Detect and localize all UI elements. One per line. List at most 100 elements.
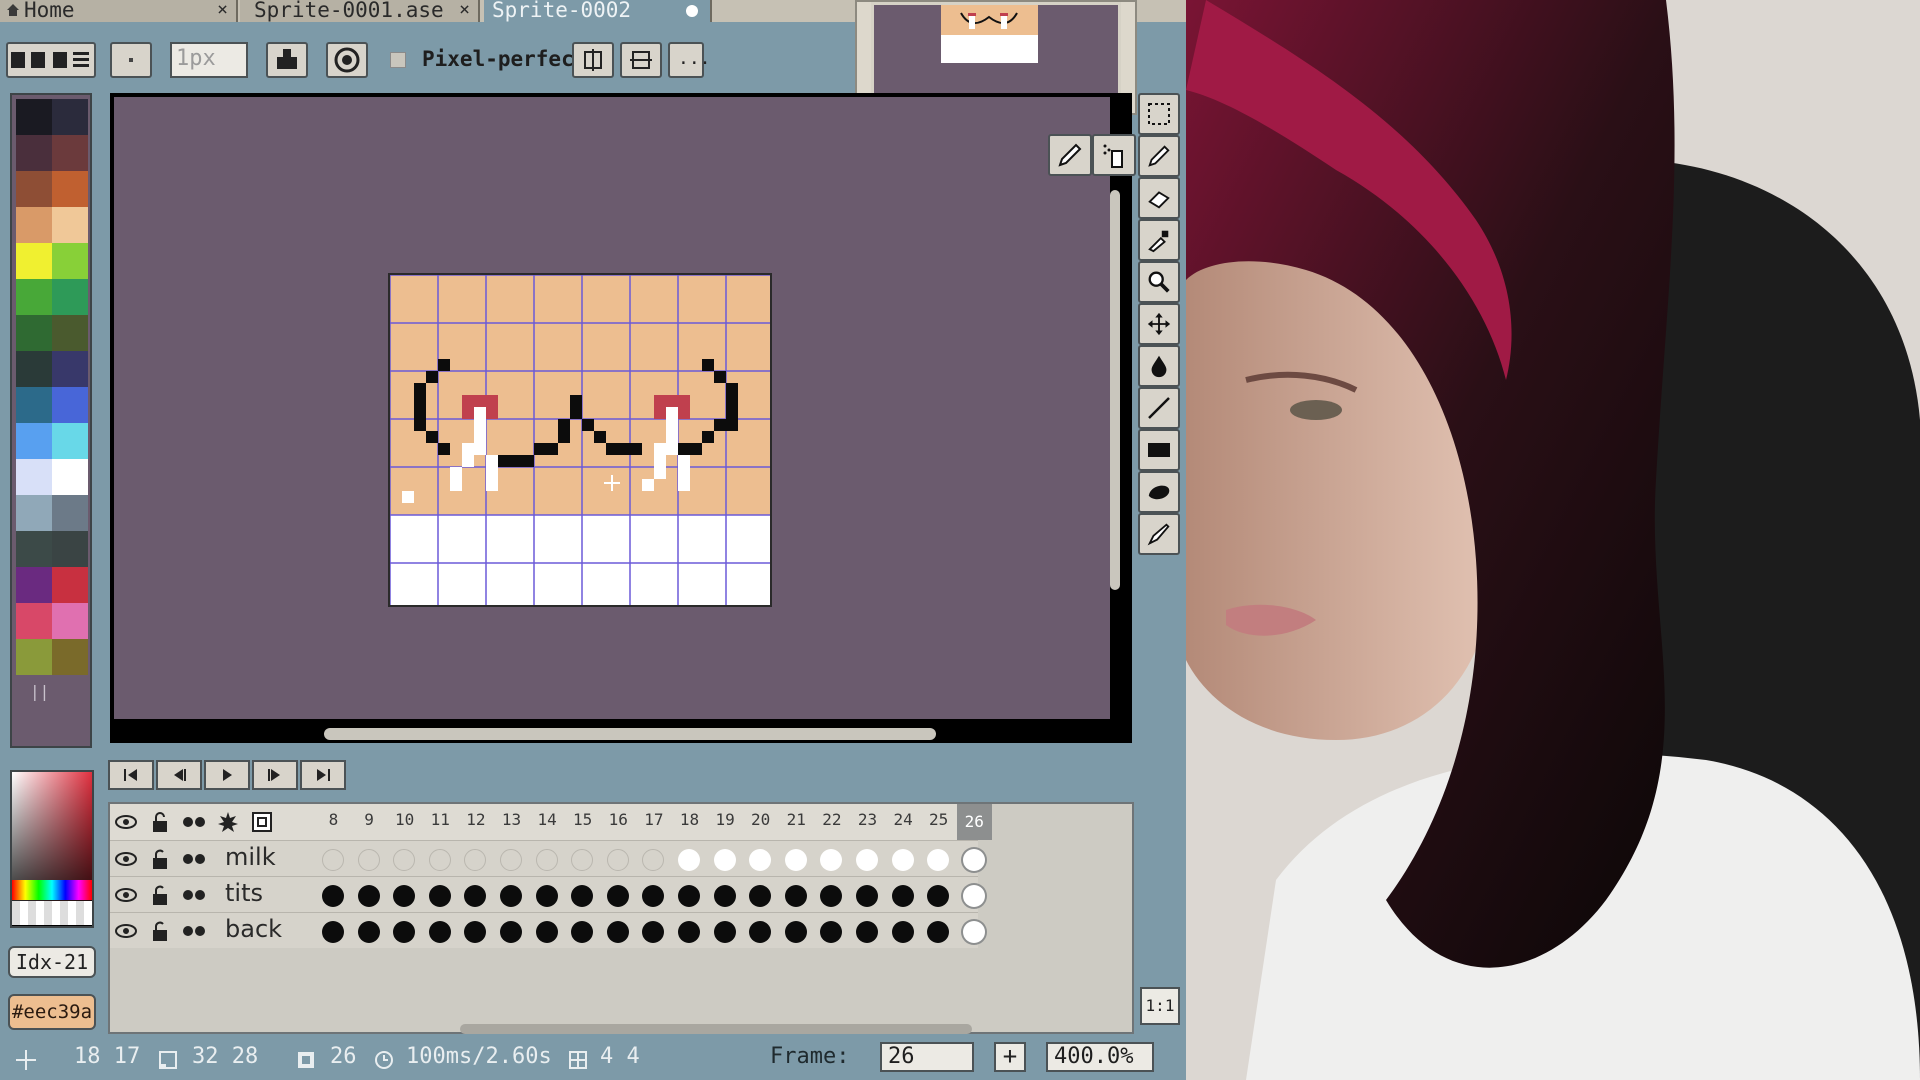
layer-row-back[interactable]: back <box>110 912 985 948</box>
cel[interactable] <box>927 921 950 943</box>
palette-swatch[interactable] <box>52 207 88 243</box>
unlock-icon[interactable] <box>148 847 172 871</box>
horizontal-scrollbar[interactable] <box>324 728 936 740</box>
unlock-icon[interactable] <box>148 883 172 907</box>
palette-swatch[interactable] <box>52 387 88 423</box>
cel[interactable] <box>856 921 878 943</box>
play-button[interactable] <box>204 760 250 790</box>
new-frame-button[interactable]: + <box>994 1042 1026 1072</box>
continuous-icon[interactable] <box>182 883 206 907</box>
palette-swatch[interactable] <box>16 495 52 531</box>
timeline[interactable]: 8 9 10 11 12 13 14 15 16 17 18 19 20 21 22 23 24 25 26 mil… <box>108 802 1134 1034</box>
cel[interactable] <box>535 921 558 943</box>
opacity-button[interactable] <box>326 42 368 78</box>
layer-settings-icon[interactable] <box>216 810 240 834</box>
cel[interactable] <box>749 921 772 943</box>
zoom-tool-button[interactable] <box>1138 261 1180 303</box>
eye-icon[interactable] <box>114 847 138 871</box>
vertical-scrollbar[interactable] <box>1110 190 1120 590</box>
eye-icon[interactable] <box>114 810 138 834</box>
frame-number[interactable]: 20 <box>743 810 778 829</box>
cel[interactable] <box>642 849 665 871</box>
first-frame-button[interactable] <box>108 760 154 790</box>
cel[interactable] <box>713 885 736 907</box>
palette-swatch[interactable] <box>52 603 88 639</box>
symmetry-horizontal-button[interactable] <box>620 42 662 78</box>
cel[interactable] <box>642 921 665 943</box>
frame-number[interactable]: 19 <box>708 810 743 829</box>
prev-frame-button[interactable] <box>156 760 202 790</box>
frame-number[interactable]: 16 <box>601 810 636 829</box>
layer-row-tits[interactable]: tits <box>110 876 985 912</box>
timeline-scrollbar[interactable] <box>460 1024 972 1034</box>
layer-row-milk[interactable]: milk <box>110 840 985 876</box>
ink-button[interactable] <box>266 42 308 78</box>
palette-swatch[interactable] <box>16 279 52 315</box>
marquee-tool-button[interactable] <box>1138 93 1180 135</box>
frame-number[interactable]: 14 <box>530 810 565 829</box>
brush-size-input[interactable]: 1px <box>170 42 248 78</box>
cel[interactable] <box>891 849 914 871</box>
cel[interactable] <box>713 921 736 943</box>
cel[interactable] <box>428 849 451 871</box>
cel[interactable] <box>322 885 344 907</box>
palette-swatch[interactable] <box>52 423 88 459</box>
symmetry-button[interactable] <box>572 42 614 78</box>
tab-sprite-0002[interactable]: Sprite-0002 <box>484 0 712 22</box>
palette-swatch[interactable] <box>16 387 52 423</box>
frame-number[interactable]: 11 <box>423 810 458 829</box>
cel[interactable] <box>606 885 629 907</box>
cel[interactable] <box>784 849 807 871</box>
brush-shape-button[interactable] <box>110 42 152 78</box>
continuous-icon[interactable] <box>182 810 206 834</box>
cel[interactable] <box>642 885 665 907</box>
frame-number[interactable]: 24 <box>886 810 921 829</box>
more-options-button[interactable]: ... <box>668 42 711 78</box>
cel[interactable] <box>962 921 985 943</box>
onion-skin-icon[interactable] <box>250 810 274 834</box>
palette-swatch[interactable] <box>52 531 88 567</box>
cel[interactable] <box>820 849 843 871</box>
line-tool-button[interactable] <box>1138 387 1180 429</box>
close-icon[interactable]: × <box>459 0 470 20</box>
frame-number[interactable]: 12 <box>458 810 493 829</box>
cel[interactable] <box>357 921 380 943</box>
cel[interactable] <box>535 885 558 907</box>
alpha-slider[interactable] <box>12 901 92 925</box>
continuous-icon[interactable] <box>182 919 206 943</box>
spray-tool-button[interactable] <box>1092 134 1136 176</box>
cel[interactable] <box>500 921 522 943</box>
zoom-input[interactable]: 400.0% <box>1046 1042 1154 1072</box>
eraser-tool-button[interactable] <box>1138 177 1180 219</box>
frame-number[interactable]: 18 <box>672 810 707 829</box>
frame-number[interactable]: 21 <box>779 810 814 829</box>
palette-swatch[interactable] <box>16 351 52 387</box>
sprite-canvas[interactable] <box>388 273 772 607</box>
palette-swatch[interactable] <box>16 243 52 279</box>
palette-swatch[interactable] <box>16 459 52 495</box>
last-frame-button[interactable] <box>300 760 346 790</box>
cel[interactable] <box>606 849 629 871</box>
palette-swatch[interactable] <box>52 351 88 387</box>
cel[interactable] <box>393 921 416 943</box>
move-tool-button[interactable] <box>1138 303 1180 345</box>
palette-resize-handle[interactable]: || <box>30 682 49 701</box>
frame-number[interactable]: 13 <box>494 810 529 829</box>
palette-swatch[interactable] <box>16 639 52 675</box>
cel[interactable] <box>500 849 522 871</box>
eyedropper-tool-button[interactable] <box>1138 219 1180 261</box>
frame-number[interactable]: 9 <box>352 810 387 829</box>
cel[interactable] <box>820 885 843 907</box>
cel[interactable] <box>428 921 451 943</box>
palette-swatch[interactable] <box>16 315 52 351</box>
cel[interactable] <box>927 885 950 907</box>
cel[interactable] <box>464 885 487 907</box>
palette-swatch[interactable] <box>52 567 88 603</box>
cel[interactable] <box>962 885 985 907</box>
palette-swatch[interactable] <box>16 99 52 135</box>
palette-swatch[interactable] <box>16 531 52 567</box>
palette-swatch[interactable] <box>16 423 52 459</box>
cel[interactable] <box>535 849 558 871</box>
frame-number[interactable]: 17 <box>636 810 671 829</box>
cel[interactable] <box>678 885 700 907</box>
